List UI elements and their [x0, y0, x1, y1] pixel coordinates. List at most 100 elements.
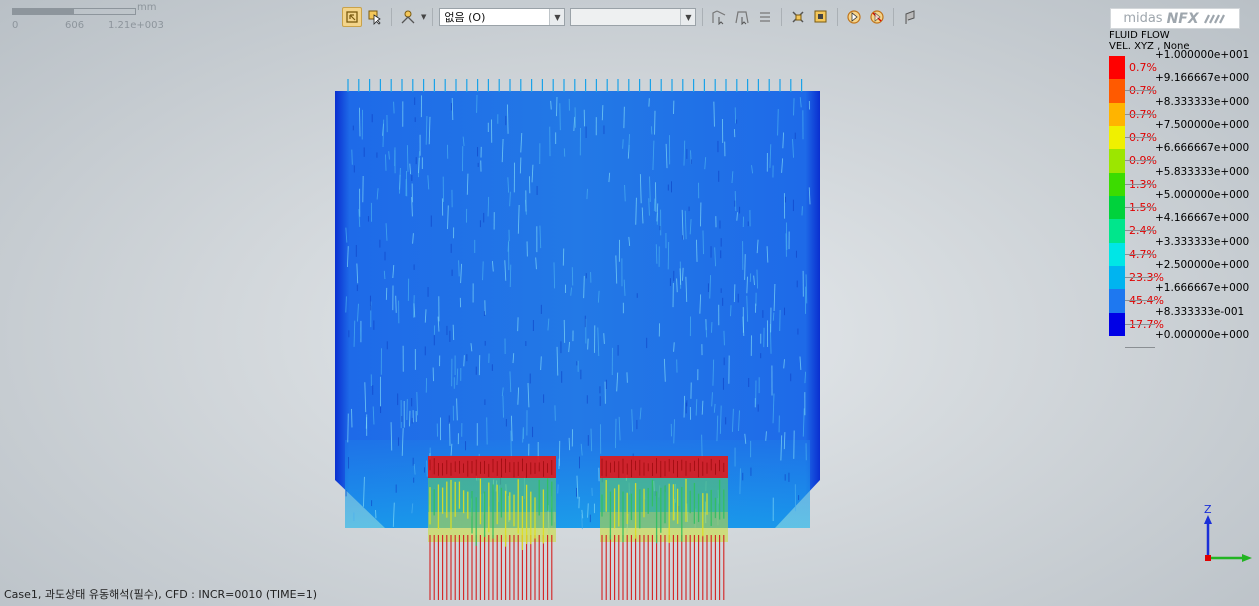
flow-streak [345, 296, 347, 313]
axis-origin [1205, 555, 1211, 561]
scale-tick: 0 [12, 20, 19, 31]
flow-streak [756, 269, 758, 289]
probe-icon[interactable] [900, 7, 920, 27]
flow-streak [385, 154, 387, 171]
chevron-down-icon[interactable]: ▼ [549, 9, 565, 25]
z-axis-label: Z [1204, 503, 1212, 516]
flow-streak [673, 342, 675, 352]
toolbar-separator [837, 8, 839, 26]
legend-swatch [1109, 265, 1125, 290]
legend-divider [1125, 300, 1155, 302]
flow-streak [650, 126, 653, 135]
legend-divider [1125, 230, 1155, 232]
flow-streak [463, 355, 465, 367]
axis-triad: Z [1204, 503, 1252, 562]
z-axis-arrow [1204, 515, 1212, 524]
flow-streak [581, 513, 583, 530]
flow-streak [783, 432, 786, 450]
flow-streak [393, 101, 395, 114]
flow-streak [655, 244, 658, 264]
model-viewport[interactable] [0, 0, 1259, 606]
legend-swatch [1109, 242, 1125, 266]
selection-filter-value: 없음 (O) [444, 11, 486, 24]
legend-value: +4.166667e+000 [1155, 212, 1250, 225]
deselect-icon[interactable] [788, 7, 808, 27]
flow-streak [395, 295, 397, 313]
flow-streak [426, 460, 428, 477]
hide-icon[interactable] [867, 7, 887, 27]
flow-streak [583, 275, 585, 299]
flow-streak [383, 270, 386, 280]
select-mode-icon[interactable] [342, 7, 362, 27]
nozzle-red-band [428, 456, 556, 478]
flow-streak [746, 276, 748, 294]
flow-streak [458, 260, 460, 277]
toolbar-separator [781, 8, 783, 26]
logo-midas-text: midas [1123, 11, 1163, 26]
flow-streak [553, 262, 556, 289]
element-select-icon[interactable] [732, 7, 752, 27]
nozzle-red-band [600, 456, 728, 478]
flow-streak [683, 395, 686, 418]
flow-streak [452, 324, 455, 341]
inlet-arrows [347, 79, 803, 92]
legend-value: +1.000000e+001 [1155, 49, 1250, 61]
flow-streak [744, 254, 746, 280]
flow-streak [509, 264, 512, 288]
flow-streak [586, 188, 588, 200]
secondary-dropdown[interactable]: ▼ [570, 8, 697, 26]
scale-tick: 606 [65, 20, 85, 31]
toolbar-separator [391, 8, 392, 26]
midas-nfx-logo: midas NFX [1110, 8, 1240, 29]
chevron-down-icon[interactable]: ▼ [680, 9, 696, 25]
legend-value: +3.333333e+000 [1155, 235, 1250, 248]
legend-divider [1125, 206, 1155, 208]
legend-value: +5.833333e+000 [1155, 165, 1250, 178]
flow-streak [696, 239, 698, 262]
legend-swatch [1109, 289, 1125, 313]
flow-streak [615, 418, 617, 449]
legend-divider [1125, 253, 1155, 255]
legend-swatch [1109, 79, 1125, 103]
filter-icon[interactable] [398, 7, 418, 27]
flow-streak [622, 139, 624, 149]
legend-value: +7.500000e+000 [1155, 118, 1250, 131]
flow-streak [682, 267, 684, 281]
flow-streak [772, 312, 775, 321]
pick-cursor-icon[interactable] [365, 7, 385, 27]
legend-value: +6.666667e+000 [1155, 142, 1250, 155]
flow-streak [590, 428, 593, 452]
legend-value: +1.666667e+000 [1155, 282, 1250, 295]
flow-streak [568, 437, 571, 451]
selection-filter-dropdown[interactable]: 없음 (O) ▼ [439, 8, 566, 26]
legend-value: +8.333333e+000 [1155, 95, 1250, 108]
y-axis-arrow [1242, 554, 1252, 562]
legend-swatch [1109, 56, 1125, 80]
legend-value: +2.500000e+000 [1155, 258, 1250, 271]
scale-bar-graphic [12, 8, 136, 15]
flow-streak [502, 395, 504, 418]
legend-swatch [1109, 312, 1125, 336]
node-select-icon[interactable] [709, 7, 729, 27]
legend-divider [1125, 276, 1155, 278]
flow-streak [451, 98, 454, 120]
flow-streak [482, 261, 484, 281]
legend-divider [1125, 160, 1155, 162]
show-icon[interactable] [844, 7, 864, 27]
legend-swatch [1109, 149, 1125, 173]
legend-divider [1125, 113, 1155, 115]
view-toolbar: ▼ 없음 (O) ▼ ▼ [342, 5, 920, 29]
legend-divider [1125, 323, 1155, 325]
list-icon[interactable] [755, 7, 775, 27]
window-select-icon[interactable] [811, 7, 831, 27]
flow-streak [406, 145, 409, 172]
toolbar-separator [893, 8, 895, 26]
scale-unit: mm [137, 2, 157, 13]
flow-streak [730, 305, 732, 317]
flow-streak [739, 468, 741, 495]
flow-streak [723, 330, 725, 346]
legend-value: +5.000000e+000 [1155, 188, 1250, 201]
chevron-down-icon[interactable]: ▼ [421, 13, 426, 21]
flow-streak [559, 103, 561, 131]
logo-nfx-text: NFX [1166, 10, 1199, 27]
